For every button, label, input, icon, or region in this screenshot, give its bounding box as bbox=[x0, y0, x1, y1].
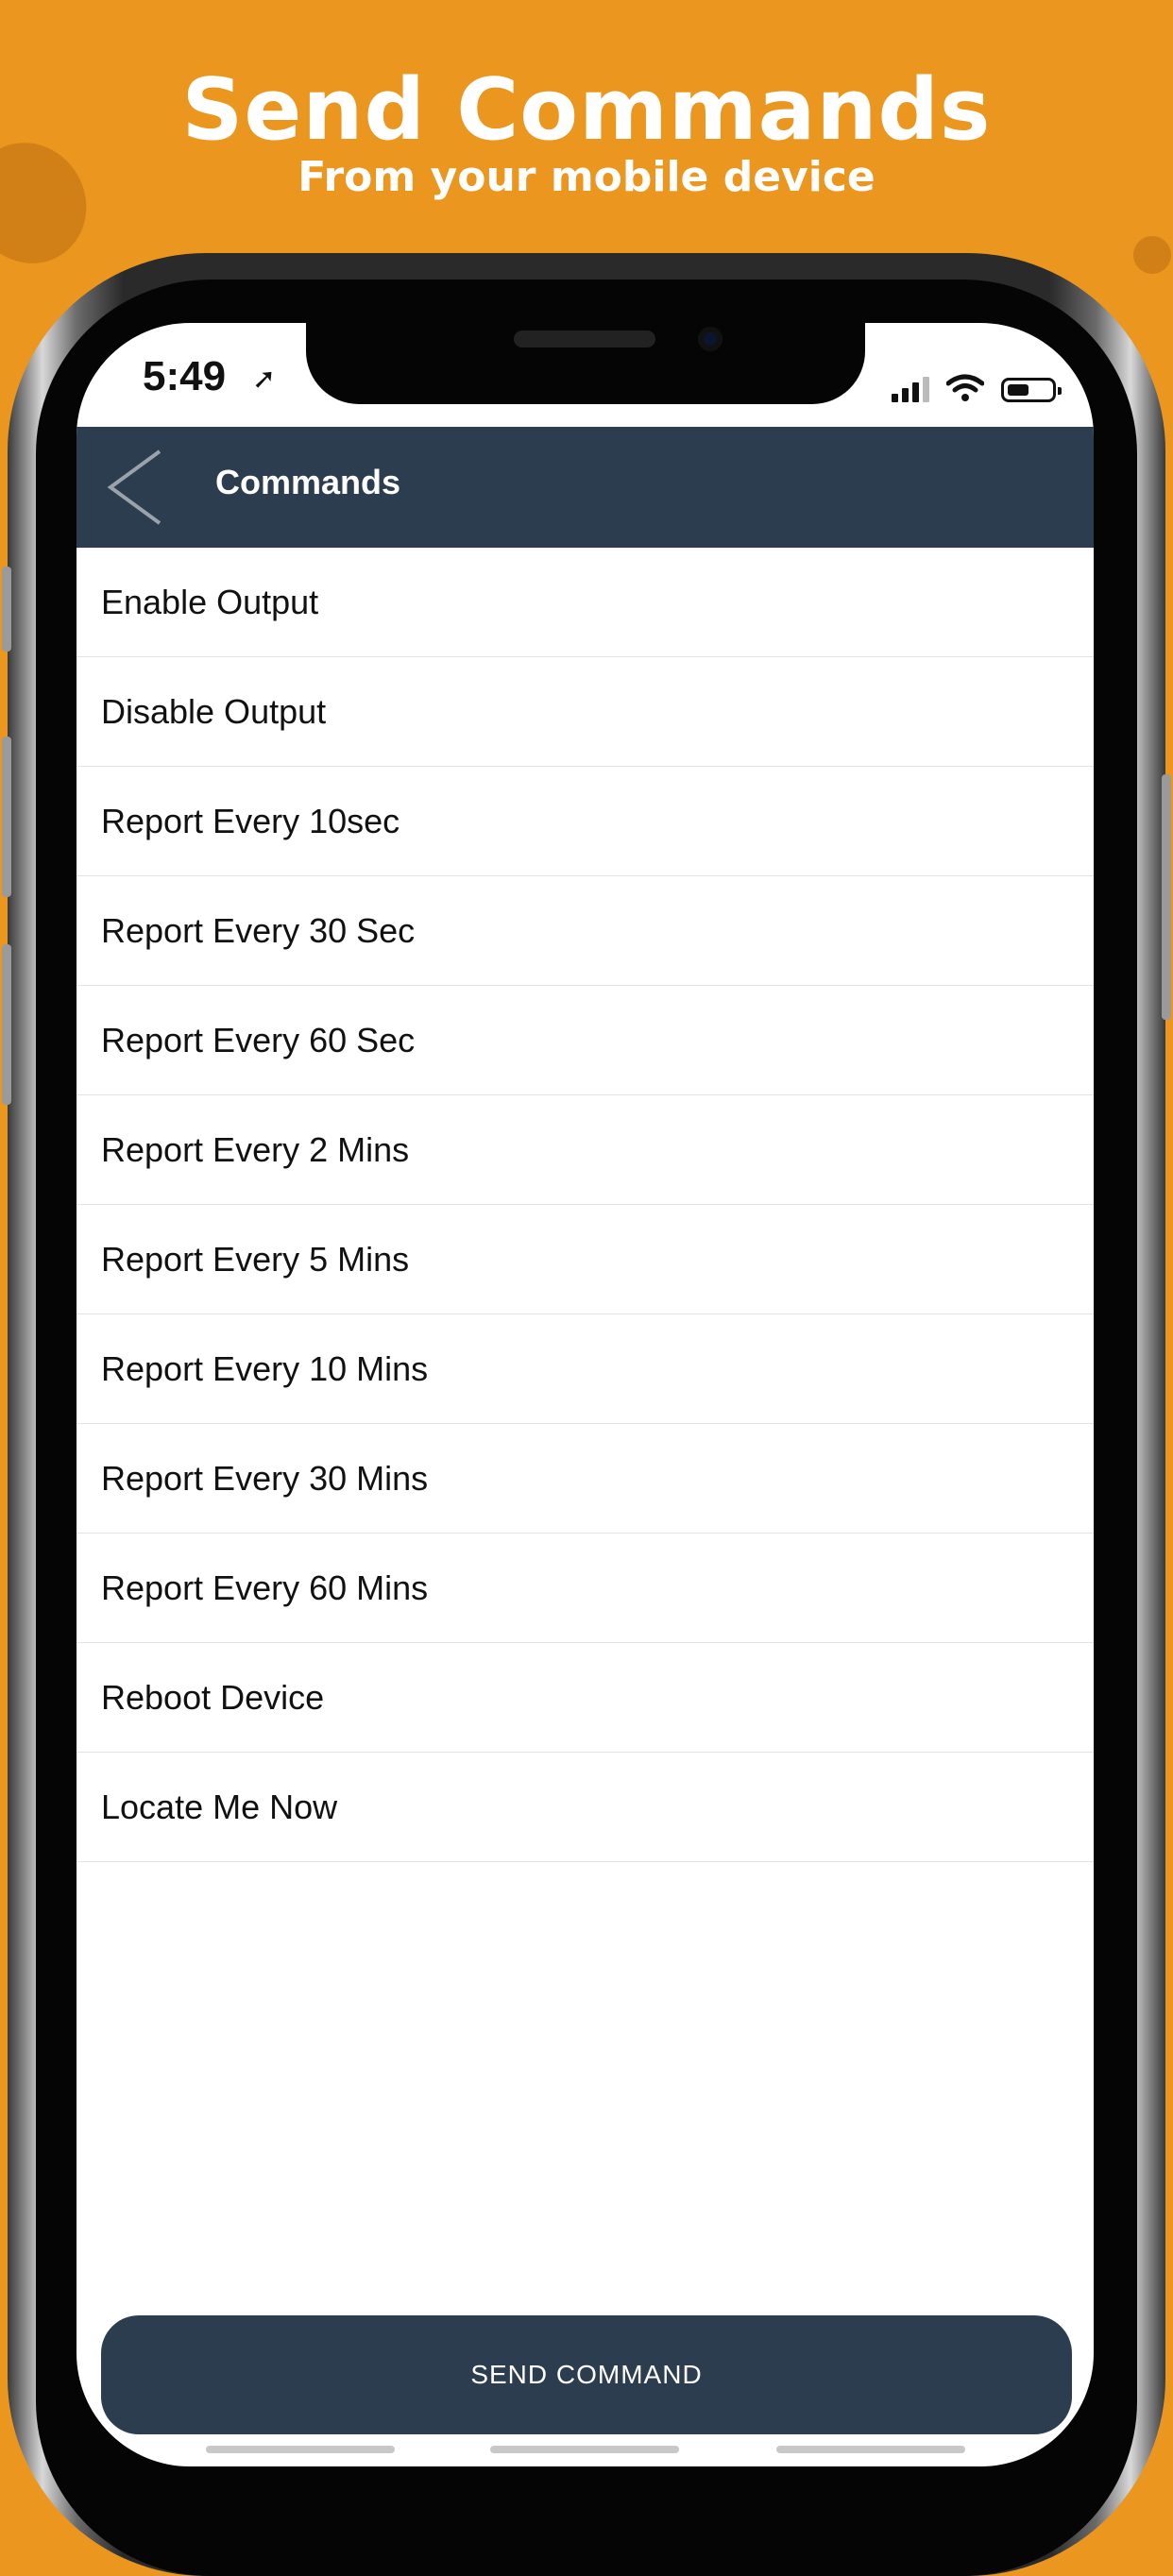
command-item-report-60sec[interactable]: Report Every 60 Sec bbox=[76, 986, 1094, 1095]
command-item-report-10sec[interactable]: Report Every 10sec bbox=[76, 767, 1094, 876]
command-list: Enable Output Disable Output Report Ever… bbox=[76, 548, 1094, 1862]
phone-side-button bbox=[2, 944, 11, 1105]
phone-screen: 5:49 ➚ Commands Enable Output Disable Ou… bbox=[76, 323, 1094, 2466]
phone-side-button bbox=[1162, 774, 1171, 1020]
notch bbox=[306, 323, 865, 404]
status-time: 5:49 bbox=[143, 353, 227, 399]
promo-subtitle: From your mobile device bbox=[298, 153, 876, 201]
promo-title: Send Commands bbox=[181, 60, 992, 160]
command-item-report-5mins[interactable]: Report Every 5 Mins bbox=[76, 1205, 1094, 1314]
home-indicator bbox=[776, 2446, 965, 2453]
status-icons bbox=[892, 364, 1062, 402]
battery-icon bbox=[1001, 378, 1062, 402]
cellular-signal-icon bbox=[892, 376, 929, 402]
command-item-enable-output[interactable]: Enable Output bbox=[76, 548, 1094, 657]
page-title: Commands bbox=[215, 463, 401, 501]
phone-side-button bbox=[2, 567, 11, 652]
home-indicator bbox=[490, 2446, 679, 2453]
phone-side-button bbox=[2, 737, 11, 897]
wifi-icon bbox=[946, 374, 984, 401]
app-header: Commands bbox=[76, 427, 1094, 548]
chevron-left-icon bbox=[107, 449, 162, 525]
camera bbox=[698, 327, 722, 351]
command-item-locate-me-now[interactable]: Locate Me Now bbox=[76, 1753, 1094, 1862]
command-item-reboot-device[interactable]: Reboot Device bbox=[76, 1643, 1094, 1753]
command-item-report-30mins[interactable]: Report Every 30 Mins bbox=[76, 1424, 1094, 1534]
command-item-report-2mins[interactable]: Report Every 2 Mins bbox=[76, 1095, 1094, 1205]
command-item-disable-output[interactable]: Disable Output bbox=[76, 657, 1094, 767]
command-item-report-60mins[interactable]: Report Every 60 Mins bbox=[76, 1534, 1094, 1643]
location-arrow-icon: ➚ bbox=[252, 364, 277, 395]
command-item-report-30sec[interactable]: Report Every 30 Sec bbox=[76, 876, 1094, 986]
background-blob bbox=[1133, 236, 1171, 274]
back-button[interactable] bbox=[105, 448, 180, 527]
command-item-report-10mins[interactable]: Report Every 10 Mins bbox=[76, 1314, 1094, 1424]
send-command-button[interactable]: SEND COMMAND bbox=[101, 2315, 1072, 2434]
home-indicator bbox=[206, 2446, 395, 2453]
speaker bbox=[514, 330, 655, 347]
